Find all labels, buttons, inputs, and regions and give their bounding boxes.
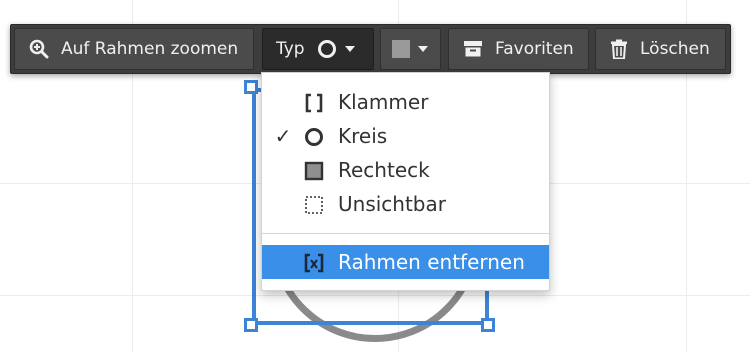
resize-handle-bottom-right[interactable] — [481, 318, 495, 332]
menu-divider — [262, 233, 549, 234]
menu-item-label: Unsichtbar — [338, 192, 446, 216]
frame-toolbar: Auf Rahmen zoomen Typ Favoriten Löschen — [10, 24, 731, 74]
color-dropdown-button[interactable] — [380, 28, 441, 70]
type-label: Typ — [276, 39, 305, 59]
zoom-to-frame-label: Auf Rahmen zoomen — [61, 39, 239, 59]
resize-handle-top-left[interactable] — [244, 80, 258, 94]
menu-item-label: Klammer — [338, 90, 429, 114]
bracket-icon — [304, 93, 324, 113]
circle-outline-icon — [304, 127, 324, 147]
type-dropdown-menu: Klammer ✓ Kreis Rechteck Unsichtbar Rahm… — [261, 72, 550, 291]
zoom-to-frame-button[interactable]: Auf Rahmen zoomen — [14, 28, 254, 70]
menu-item-kreis[interactable]: ✓ Kreis — [262, 119, 549, 153]
zoom-in-icon — [29, 39, 49, 59]
caret-down-icon — [418, 46, 428, 52]
color-swatch — [392, 40, 410, 58]
type-dropdown-button[interactable]: Typ — [262, 28, 374, 70]
menu-item-unsichtbar[interactable]: Unsichtbar — [262, 187, 549, 221]
menu-item-klammer[interactable]: Klammer — [262, 85, 549, 119]
archive-box-icon — [463, 40, 483, 58]
delete-label: Löschen — [640, 39, 710, 59]
trash-icon — [610, 39, 628, 59]
menu-item-remove-frame[interactable]: Rahmen entfernen — [262, 245, 549, 279]
dotted-square-icon — [304, 195, 324, 215]
menu-item-label: Rahmen entfernen — [338, 250, 525, 274]
menu-item-label: Rechteck — [338, 158, 430, 182]
delete-button[interactable]: Löschen — [595, 28, 726, 70]
resize-handle-bottom-left[interactable] — [244, 318, 258, 332]
bracket-x-icon — [304, 253, 324, 273]
favorites-label: Favoriten — [495, 39, 574, 59]
circle-outline-icon — [317, 39, 337, 59]
menu-item-rechteck[interactable]: Rechteck — [262, 153, 549, 187]
favorites-button[interactable]: Favoriten — [448, 28, 589, 70]
menu-item-label: Kreis — [338, 124, 388, 148]
caret-down-icon — [344, 46, 355, 52]
filled-square-icon — [304, 161, 324, 181]
check-icon: ✓ — [274, 124, 292, 148]
